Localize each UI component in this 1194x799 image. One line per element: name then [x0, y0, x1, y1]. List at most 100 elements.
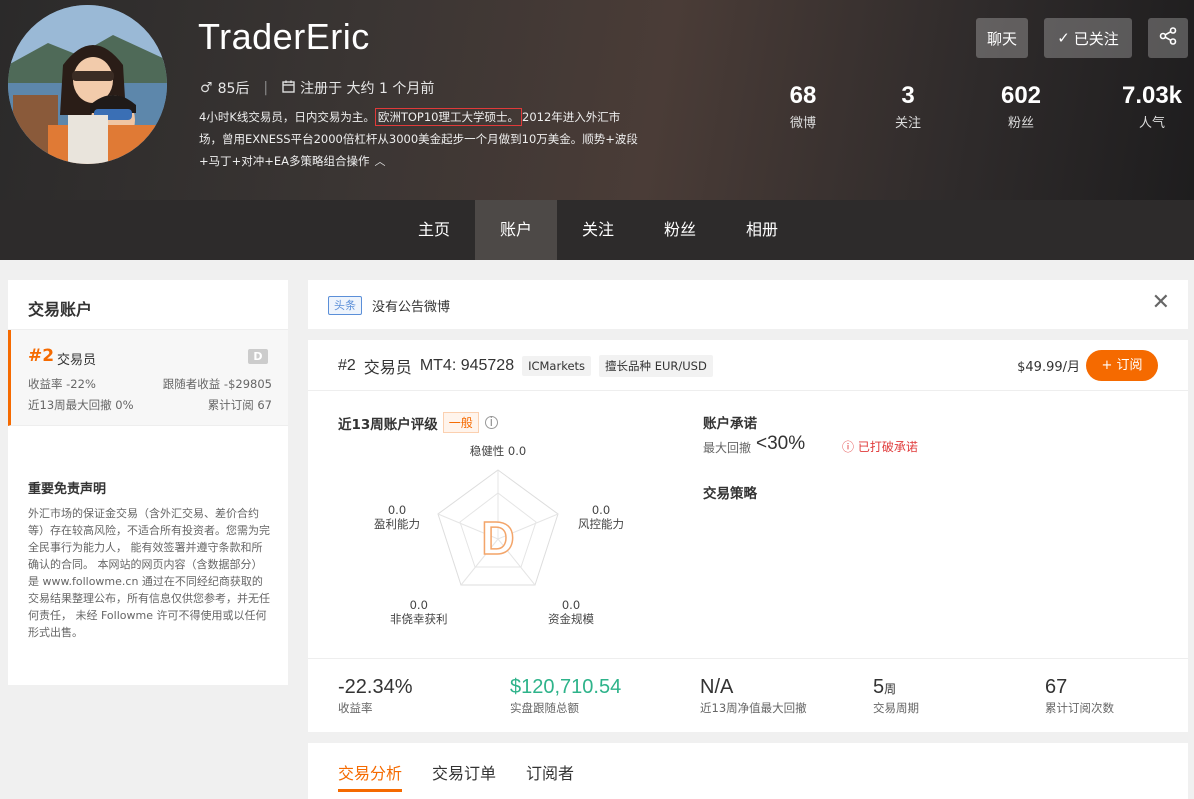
active-tab-underline	[338, 789, 402, 792]
metric-return: -22.34% 收益率	[338, 676, 413, 716]
radar-label-capital: 0.0 资金规模	[548, 598, 594, 626]
metric-value: $120,710.54	[510, 676, 622, 698]
tab-home[interactable]: 主页	[393, 200, 475, 260]
chat-button[interactable]: 聊天	[976, 18, 1028, 58]
age-group: 85后	[217, 81, 250, 97]
promise-warning-text: 已打破承诺	[857, 440, 918, 454]
subscribe-button[interactable]: + 订阅	[1086, 350, 1158, 381]
account-heading: #2 交易员 MT4: 945728 ICMarkets 擅长品种 EUR/US…	[338, 354, 721, 378]
account-role: 交易员	[363, 360, 412, 377]
follower-profit: 跟随者收益 -$29805	[162, 377, 272, 391]
promise-label: 最大回撤	[703, 441, 752, 455]
bio-text: 4小时K线交易员，日内交易为主。	[199, 110, 375, 124]
tab-followers[interactable]: 粉丝	[639, 200, 721, 260]
max-drawdown: 近13周最大回撤 0%	[28, 398, 134, 412]
rating-heading: 近13周账户评级 一般 i	[338, 412, 498, 433]
stat-label: 微博	[789, 116, 816, 131]
tab-trade-orders[interactable]: 交易订单	[432, 760, 496, 784]
close-icon[interactable]: ✕	[1152, 290, 1170, 315]
meta-divider: |	[263, 80, 269, 96]
bio: 4小时K线交易员，日内交易为主。 欧洲TOP10理工大学硕士。 2012年进入外汇市…	[199, 106, 639, 173]
sidebar-title: 交易账户	[8, 280, 288, 330]
metric-label: 收益率	[338, 701, 373, 715]
trading-account-item[interactable]: #2 交易员 D 收益率 -22% 跟随者收益 -$29805 近13周最大回撤…	[8, 330, 288, 426]
broker-chip: ICMarkets	[522, 356, 592, 376]
rating-title: 近13周账户评级	[338, 416, 438, 433]
metric-follow-total: $120,710.54 实盘跟随总额	[510, 676, 621, 716]
chat-label: 聊天	[986, 29, 1017, 48]
radar-label-profitability: 0.0 盈利能力	[374, 503, 420, 531]
account-rank: #2	[338, 357, 356, 374]
metric-value: -22.34%	[338, 676, 413, 698]
metric-label: 交易周期	[873, 701, 919, 715]
profile-meta: ♂ 85后 | 注册于 大约 1 个月前	[200, 78, 434, 98]
grade-badge: D	[248, 349, 268, 364]
account-rank: #2	[28, 346, 55, 366]
avatar[interactable]	[8, 5, 167, 164]
account-role: 交易员	[57, 353, 97, 368]
follow-button[interactable]: ✓ 已关注	[1044, 18, 1132, 58]
tab-following[interactable]: 关注	[557, 200, 639, 260]
disclaimer-title: 重要免责声明	[28, 482, 107, 497]
metric-value: 67	[1045, 676, 1068, 698]
stat-label: 人气	[1138, 116, 1165, 131]
account-detail-card: #2 交易员 MT4: 945728 ICMarkets 擅长品种 EUR/US…	[308, 340, 1188, 732]
metric-value: N/A	[700, 676, 734, 698]
alert-circle-icon: ⓘ	[842, 440, 855, 454]
stat-popularity: 7.03k 人气	[1112, 82, 1192, 131]
subscription-price: $49.99/月	[1017, 360, 1080, 375]
metric-subscriptions: 67 累计订阅次数	[1045, 676, 1114, 716]
promise-warning: ⓘ 已打破承诺	[842, 438, 918, 455]
tab-subscribers[interactable]: 订阅者	[526, 760, 574, 784]
profile-header: TraderEric ♂ 85后 | 注册于 大约 1 个月前 4小时K线交易员…	[0, 0, 1194, 200]
stat-value: 68	[789, 82, 817, 109]
radar-label-stability: 稳健性 0.0	[469, 444, 527, 458]
metric-label: 实盘跟随总额	[510, 701, 579, 715]
profile-stats: 68 微博 3 关注 602 粉丝 7.03k 人气	[760, 82, 1194, 142]
stat-followers[interactable]: 602 粉丝	[986, 82, 1056, 131]
registered-date: 注册于 大约 1 个月前	[300, 81, 435, 97]
rating-radar-chart: D 稳健性 0.0 0.0 风控能力 0.0 资金规模 0.0 非侥幸获利 0.0 盈利…	[348, 435, 648, 635]
share-icon	[1159, 27, 1177, 49]
stat-label: 关注	[894, 116, 921, 131]
stat-label: 粉丝	[1007, 116, 1034, 131]
disclaimer-text: 外汇市场的保证金交易（含外汇交易、差价合约等）存在较高风险，不适合所有投资者。您…	[28, 507, 270, 639]
stat-value: 602	[1000, 82, 1042, 109]
tab-album[interactable]: 相册	[721, 200, 803, 260]
divider	[308, 658, 1188, 659]
rating-grade-badge: 一般	[442, 412, 479, 433]
return-rate: 收益率 -22%	[28, 377, 96, 391]
radar-label-non-luck: 0.0 非侥幸获利	[390, 598, 448, 626]
strategy-title: 交易策略	[703, 486, 757, 502]
tab-account[interactable]: 账户	[475, 200, 557, 260]
metric-trading-period: 5周 交易周期	[873, 676, 919, 716]
promise-title: 账户承诺	[703, 416, 757, 432]
info-icon[interactable]: i	[484, 416, 498, 429]
chevron-up-icon[interactable]: ︿	[375, 155, 386, 168]
follow-label: 已关注	[1073, 29, 1119, 48]
headline-tag: 头条	[328, 296, 362, 315]
sidebar: 交易账户 #2 交易员 D 收益率 -22% 跟随者收益 -$29805 近13…	[8, 280, 288, 685]
share-button[interactable]	[1148, 18, 1188, 58]
metric-value: 5周	[873, 676, 897, 698]
metric-label: 累计订阅次数	[1045, 701, 1114, 715]
radar-grade: D	[481, 512, 514, 564]
check-icon: ✓	[1057, 29, 1070, 47]
stat-posts[interactable]: 68 微博	[770, 82, 836, 131]
metric-drawdown: N/A 近13周净值最大回撤	[700, 676, 807, 716]
metric-label: 近13周净值最大回撤	[700, 701, 807, 715]
stat-value: 3	[901, 82, 915, 109]
promise-value: <30%	[756, 433, 806, 454]
divider	[308, 390, 1188, 391]
username: TraderEric	[198, 16, 370, 57]
calendar-icon	[282, 80, 295, 97]
announcement-bar: 头条 没有公告微博 ✕	[308, 280, 1188, 329]
announcement-text: 没有公告微博	[372, 300, 451, 315]
radar-label-risk-control: 0.0 风控能力	[578, 503, 624, 531]
mt4-number: MT4: 945728	[419, 357, 515, 374]
male-icon: ♂	[200, 80, 213, 96]
total-subscriptions: 累计订阅 67	[207, 398, 272, 412]
tab-trade-analysis[interactable]: 交易分析	[338, 760, 402, 784]
stat-following[interactable]: 3 关注	[878, 82, 938, 131]
bio-highlight: 欧洲TOP10理工大学硕士。	[374, 108, 523, 126]
